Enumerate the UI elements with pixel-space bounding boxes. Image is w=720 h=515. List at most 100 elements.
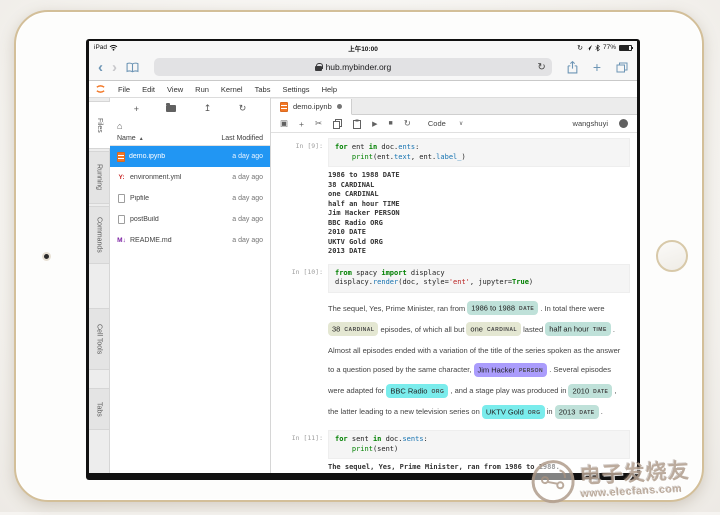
file-modified: a day ago	[232, 195, 263, 202]
sort-caret-icon: ▲	[138, 135, 144, 142]
menu-item-settings[interactable]: Settings	[282, 85, 309, 94]
refresh-files-icon[interactable]: ↻	[239, 103, 247, 114]
home-button[interactable]	[656, 240, 688, 272]
menu-item-kernel[interactable]: Kernel	[221, 85, 243, 94]
sidebar-tab-cell-tools[interactable]: Cell Tools	[89, 308, 110, 370]
stop-icon[interactable]: ■	[389, 120, 393, 127]
file-name: README.md	[130, 237, 172, 244]
cell-prompt: In [11]:	[291, 434, 323, 442]
file-row-demo.ipynb[interactable]: demo.ipynb a day ago	[110, 146, 270, 167]
cell-prompt: In [10]:	[291, 267, 323, 276]
cut-icon[interactable]: ✂	[315, 118, 322, 129]
notebook-panel: demo.ipynb ▣ + ✂ ▶ ■ ↻ Code ∨ wangshuyi …	[271, 98, 637, 473]
clock: 上午10:00	[348, 45, 378, 53]
upload-icon[interactable]: ↥	[204, 103, 212, 114]
url-bar[interactable]: hub.mybinder.org ↻	[154, 58, 552, 76]
cell-input[interactable]: for sent in doc.sents: print(sent)	[328, 430, 630, 459]
cell-prompt: In [9]:	[295, 142, 323, 150]
column-name[interactable]: Name	[117, 135, 136, 142]
cell-output-text: 1986 to 1988 DATE 38 CARDINAL one CARDIN…	[328, 171, 400, 255]
menu-item-run[interactable]: Run	[195, 85, 209, 94]
file-row-pipfile[interactable]: Pipfile a day ago	[110, 188, 270, 209]
file-modified: a day ago	[232, 237, 263, 244]
lock-icon	[314, 63, 323, 71]
battery-percent: 77%	[602, 44, 616, 51]
file-browser-panel: + ↥ ↻ ⌂ Name ▲ Last Modified demo.ipynb …	[110, 98, 271, 473]
cell-type-dropdown[interactable]: Code	[428, 119, 446, 128]
add-cell-icon[interactable]: +	[299, 119, 304, 129]
back-button[interactable]: ‹	[98, 60, 103, 75]
restart-kernel-icon[interactable]: ↻	[404, 118, 411, 129]
bluetooth-icon	[595, 44, 600, 52]
jupyterlab-menubar: File Edit View Run Kernel Tabs Settings Help	[89, 81, 637, 98]
file-row-readme.md[interactable]: M↓ README.md a day ago	[110, 230, 270, 251]
forward-button[interactable]: ›	[112, 60, 117, 75]
file-list: demo.ipynb a day ago Y: environment.yml a da…	[110, 146, 270, 251]
chevron-down-icon: ∨	[458, 121, 464, 127]
notebook-tab[interactable]: demo.ipynb	[271, 99, 352, 115]
entity-chip-person: Jim Hacker PERSON	[473, 362, 548, 377]
new-folder-icon[interactable]	[166, 103, 177, 112]
new-launcher-button[interactable]: +	[134, 104, 139, 114]
sidebar-tab-running[interactable]: Running	[89, 151, 110, 204]
file-name: postBuild	[130, 216, 159, 223]
bookmarks-icon[interactable]	[126, 62, 139, 73]
copy-icon[interactable]	[333, 118, 343, 129]
ipad-device-frame: iPad 上午10:00 ↻ 77% ‹ › hub.mybinder.org …	[14, 10, 704, 502]
menu-item-tabs[interactable]: Tabs	[255, 85, 271, 94]
kernel-name[interactable]: wangshuyi	[573, 119, 608, 128]
rotation-lock-icon: ↻	[577, 44, 583, 52]
battery-icon	[619, 44, 633, 51]
front-camera	[42, 252, 51, 261]
notebook-file-icon	[117, 151, 125, 162]
ipad-screen: iPad 上午10:00 ↻ 77% ‹ › hub.mybinder.org …	[86, 39, 640, 480]
cell-input[interactable]: for ent in doc.ents: print(ent.text, ent…	[328, 138, 630, 167]
notebook-file-icon	[280, 101, 288, 112]
entity-chip-cardinal: one CARDINAL	[466, 322, 522, 336]
cell-output-text: The sequel, Yes, Prime Minister, ran fro…	[328, 463, 637, 473]
entity-chip-org: UKTV Gold ORG	[481, 404, 545, 419]
file-list-header[interactable]: Name ▲ Last Modified	[110, 132, 270, 146]
file-name: environment.yml	[130, 174, 182, 181]
cell-input[interactable]: from spacy import displacy displacy.rende…	[328, 263, 630, 293]
kernel-status-icon[interactable]	[619, 119, 628, 128]
entity-chip-date: 1986 to 1988 DATE	[467, 301, 539, 315]
paste-icon[interactable]	[353, 119, 362, 129]
url-text: hub.mybinder.org	[325, 62, 392, 72]
menu-item-view[interactable]: View	[167, 85, 183, 94]
file-modified: a day ago	[232, 216, 263, 223]
save-icon[interactable]: ▣	[280, 118, 288, 129]
new-tab-icon[interactable]: +	[593, 59, 601, 75]
dock-tab-bar: demo.ipynb	[271, 98, 637, 115]
notebook-toolbar: ▣ + ✂ ▶ ■ ↻ Code ∨ wangshuyi	[271, 115, 637, 133]
sidebar-tab-tabs[interactable]: Tabs	[89, 388, 110, 430]
photo-background: iPad 上午10:00 ↻ 77% ‹ › hub.mybinder.org …	[0, 0, 720, 512]
share-icon[interactable]	[567, 60, 578, 74]
code-cell-2: In [11]: for sent in doc.sents: print(sen…	[276, 430, 637, 473]
file-row-environment.yml[interactable]: Y: environment.yml a day ago	[110, 167, 270, 188]
file-modified: a day ago	[232, 153, 263, 160]
home-breadcrumb-icon[interactable]: ⌂	[117, 121, 122, 131]
displacy-output: The sequel, Yes, Prime Minister, ran fro…	[328, 299, 630, 424]
file-name: demo.ipynb	[129, 153, 166, 160]
ios-status-bar: iPad 上午10:00 ↻ 77%	[89, 41, 637, 54]
code-cell-1: In [10]: from spacy import displacy displa…	[276, 263, 630, 424]
file-row-postbuild[interactable]: postBuild a day ago	[110, 209, 270, 230]
notebook-content[interactable]: In [9]: for ent in doc.ents: print(ent.te…	[271, 133, 637, 473]
unsaved-changes-dot	[336, 104, 342, 109]
menu-item-edit[interactable]: Edit	[142, 85, 155, 94]
yaml-file-icon: Y:	[118, 174, 125, 181]
sidebar-tab-files[interactable]: Files	[89, 101, 111, 149]
entity-chip-cardinal: 38 CARDINAL	[328, 322, 379, 336]
reload-button[interactable]: ↻	[537, 62, 545, 73]
run-icon[interactable]: ▶	[372, 120, 377, 128]
tabs-icon[interactable]	[616, 62, 628, 73]
sidebar-tab-commands[interactable]: Commands	[89, 206, 110, 264]
menu-item-help[interactable]: Help	[322, 85, 337, 94]
entity-chip-date: 2013 DATE	[554, 404, 599, 419]
file-name: Pipfile	[130, 195, 150, 202]
notebook-tab-title: demo.ipynb	[293, 102, 332, 111]
column-modified[interactable]: Last Modified	[221, 135, 263, 142]
markdown-file-icon: M↓	[117, 237, 126, 244]
menu-item-file[interactable]: File	[118, 85, 130, 94]
